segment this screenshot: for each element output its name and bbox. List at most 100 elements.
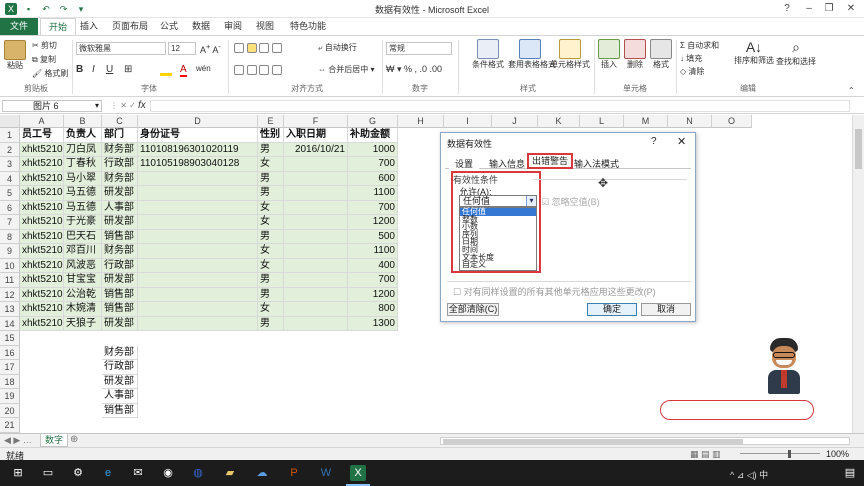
conditional-format-button[interactable]: 条件格式 <box>470 39 506 70</box>
table-cell[interactable]: 邓百川 <box>64 244 102 259</box>
paste-button[interactable]: 粘贴 <box>4 40 26 71</box>
table-cell[interactable] <box>284 244 348 259</box>
table-cell[interactable]: 性别 <box>258 128 284 143</box>
column-header[interactable]: H <box>398 115 444 128</box>
table-cell[interactable] <box>138 273 258 288</box>
dialog-close-icon[interactable]: ✕ <box>677 135 686 148</box>
column-header[interactable]: N <box>668 115 712 128</box>
row-header[interactable]: 4 <box>0 171 20 186</box>
table-cell[interactable]: xhkt521006 <box>20 215 64 230</box>
row-header[interactable]: 3 <box>0 157 20 172</box>
table-cell[interactable]: 补助金额 <box>348 128 398 143</box>
table-cell[interactable]: 2016/10/21 <box>284 142 348 157</box>
font-size-select[interactable]: 12 <box>168 42 196 55</box>
name-box[interactable]: 图片 6 ▾ <box>2 100 102 112</box>
dialog-tab-input-message[interactable]: 输入信息 <box>485 157 529 170</box>
tab-formulas[interactable]: 公式 <box>152 18 186 35</box>
column-header[interactable]: M <box>624 115 668 128</box>
edge-browser-icon[interactable]: e <box>100 465 116 481</box>
number-format-select[interactable]: 常规 <box>386 42 452 55</box>
name-box-dropdown-icon[interactable]: ▾ <box>95 101 99 110</box>
browser-icon[interactable]: ◍ <box>190 465 206 481</box>
dialog-tab-settings[interactable]: 设置 <box>449 157 480 170</box>
sheet-tab-active[interactable]: 数字 <box>40 434 68 447</box>
select-all-corner[interactable] <box>0 115 20 128</box>
table-cell[interactable] <box>284 258 348 273</box>
table-cell[interactable]: 600 <box>348 171 398 186</box>
border-icon[interactable]: ⊞ <box>124 64 132 75</box>
table-cell[interactable]: xhkt521013 <box>20 316 64 331</box>
table-cell[interactable]: 110108196301020119 <box>138 142 258 157</box>
cancel-button[interactable]: 取消 <box>641 303 691 316</box>
h-scroll-thumb[interactable] <box>443 439 743 444</box>
allow-dropdown-icon[interactable]: ▾ <box>526 196 536 206</box>
fill-color-icon[interactable] <box>160 66 172 76</box>
table-cell[interactable]: 女 <box>258 215 284 230</box>
zoom-level[interactable]: 100% <box>826 449 849 459</box>
table-cell[interactable]: 天狼子 <box>64 316 102 331</box>
table-cell[interactable] <box>284 316 348 331</box>
table-cell[interactable]: 身份证号 <box>138 128 258 143</box>
align-center-icon[interactable] <box>246 64 257 75</box>
scroll-thumb[interactable] <box>855 129 862 169</box>
column-header[interactable]: G <box>348 115 398 128</box>
column-header[interactable]: O <box>712 115 752 128</box>
vertical-scrollbar[interactable] <box>852 115 864 433</box>
row-header[interactable]: 8 <box>0 229 20 244</box>
column-header[interactable]: D <box>138 115 258 128</box>
table-cell[interactable] <box>284 229 348 244</box>
table-cell[interactable]: 研发部 <box>102 273 138 288</box>
table-cell[interactable]: 700 <box>348 157 398 172</box>
delete-cells-button[interactable]: 删除 <box>624 39 646 70</box>
table-cell[interactable] <box>284 171 348 186</box>
table-cell[interactable]: 销售部 <box>102 302 138 317</box>
horizontal-scrollbar[interactable] <box>440 437 850 445</box>
table-cell[interactable]: xhkt521012 <box>20 302 64 317</box>
table-cell[interactable] <box>284 157 348 172</box>
zoom-slider-thumb[interactable] <box>788 450 791 458</box>
collapse-ribbon-icon[interactable]: ⌃ <box>848 86 855 95</box>
find-select-button[interactable]: ⌕ 查找和选择 <box>776 39 816 67</box>
bold-icon[interactable]: B <box>76 64 83 75</box>
table-cell[interactable]: 行政部 <box>102 360 138 375</box>
word-icon[interactable]: W <box>318 465 334 481</box>
align-left-icon[interactable] <box>234 64 244 75</box>
help-icon[interactable]: ? <box>776 1 798 16</box>
formula-cancel-icon[interactable]: ⋮ ✕ ✓ <box>110 101 136 110</box>
table-cell[interactable]: 女 <box>258 200 284 215</box>
tab-page-layout[interactable]: 页面布局 <box>104 18 156 35</box>
row-header[interactable]: 12 <box>0 287 20 302</box>
table-cell[interactable]: xhkt521007 <box>20 229 64 244</box>
table-cell[interactable]: 人事部 <box>102 389 138 404</box>
table-cell[interactable]: 1100 <box>348 244 398 259</box>
table-cell[interactable]: 巴天石 <box>64 229 102 244</box>
table-cell[interactable]: 1200 <box>348 287 398 302</box>
row-header[interactable]: 5 <box>0 186 20 201</box>
add-sheet-icon[interactable]: ⊕ <box>70 434 78 445</box>
table-cell[interactable] <box>138 171 258 186</box>
apply-all-checkbox[interactable]: ☐ 对有同样设置的所有其他单元格应用这些更改(P) <box>453 285 656 298</box>
row-header[interactable]: 20 <box>0 403 20 418</box>
table-cell[interactable]: 入职日期 <box>284 128 348 143</box>
tab-insert[interactable]: 插入 <box>72 18 106 35</box>
table-cell[interactable]: 700 <box>348 273 398 288</box>
table-cell[interactable]: 研发部 <box>102 215 138 230</box>
format-painter-button[interactable]: 🖌 格式刷 <box>32 68 68 79</box>
autosum-button[interactable]: Σ 自动求和 <box>680 40 719 51</box>
table-cell[interactable]: 800 <box>348 302 398 317</box>
row-header[interactable]: 19 <box>0 389 20 404</box>
table-cell[interactable]: 财务部 <box>102 142 138 157</box>
row-header[interactable]: 10 <box>0 258 20 273</box>
row-header[interactable]: 6 <box>0 200 20 215</box>
copy-button[interactable]: ⧉ 复制 <box>32 54 56 65</box>
excel-taskbar-icon[interactable]: X <box>350 465 366 481</box>
table-cell[interactable]: 研发部 <box>102 316 138 331</box>
indent-icon[interactable] <box>271 64 282 75</box>
table-cell[interactable] <box>284 215 348 230</box>
table-cell[interactable]: xhkt521003 <box>20 171 64 186</box>
powerpoint-icon[interactable]: P <box>286 465 302 481</box>
taskbar-app-icon[interactable]: ⚙ <box>70 465 86 481</box>
task-view-icon[interactable]: ▭ <box>40 465 56 481</box>
row-header[interactable]: 1 <box>0 128 20 143</box>
table-cell[interactable] <box>138 316 258 331</box>
